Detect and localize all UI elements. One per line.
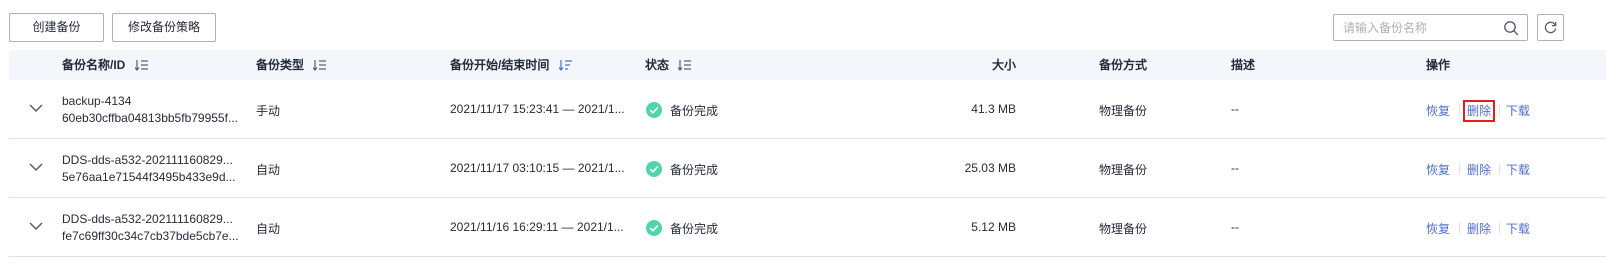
column-header-type: 备份类型 xyxy=(256,50,327,80)
success-icon xyxy=(646,102,662,118)
success-icon xyxy=(646,161,662,177)
table-row: DDS-dds-a532-202111160829... fe7c69ff30c… xyxy=(9,198,1606,257)
backup-id: fe7c69ff30c34c7cb37bde5cb7e... xyxy=(62,229,239,243)
backup-id: 5e76aa1e71544f3495b433e9d... xyxy=(62,170,236,184)
column-header-ops: 操作 xyxy=(1426,58,1451,72)
divider: | xyxy=(1458,102,1462,116)
backup-type: 自动 xyxy=(256,222,281,236)
backup-type: 自动 xyxy=(256,163,281,177)
backup-time: 2021/11/16 16:29:11 — 2021/1... xyxy=(450,220,624,234)
backup-status: 备份完成 xyxy=(670,104,719,118)
restore-link[interactable]: 恢复 xyxy=(1426,161,1450,178)
delete-link-label: 删除 xyxy=(1463,100,1496,122)
success-icon xyxy=(646,220,662,236)
backup-desc: -- xyxy=(1231,102,1239,116)
table-row: DDS-dds-a532-202111160829... 5e76aa1e715… xyxy=(9,139,1606,198)
backup-status: 备份完成 xyxy=(670,222,719,236)
table-header: 备份名称/ID 备份类型 备份开始/结束时间 状态 大小 备份方式 描述 操作 xyxy=(9,50,1606,80)
download-link[interactable]: 下载 xyxy=(1506,161,1530,178)
column-header-desc: 描述 xyxy=(1231,58,1256,72)
backup-desc: -- xyxy=(1231,161,1239,175)
sort-icon[interactable] xyxy=(134,59,149,71)
backup-status: 备份完成 xyxy=(670,163,719,177)
backup-time: 2021/11/17 15:23:41 — 2021/1... xyxy=(450,102,625,116)
divider: | xyxy=(1498,161,1502,175)
refresh-button[interactable] xyxy=(1537,14,1564,41)
table-row: backup-4134 60eb30cffba04813bb5fb79955f.… xyxy=(9,80,1606,139)
chevron-down-icon[interactable] xyxy=(29,162,43,172)
sort-icon[interactable] xyxy=(313,59,327,71)
column-header-name: 备份名称/ID xyxy=(62,50,149,80)
backup-method: 物理备份 xyxy=(1099,222,1148,236)
download-link[interactable]: 下载 xyxy=(1506,102,1530,119)
delete-link[interactable]: 删除 xyxy=(1467,161,1491,178)
download-link[interactable]: 下载 xyxy=(1506,220,1530,237)
backup-desc: -- xyxy=(1231,220,1239,234)
refresh-icon xyxy=(1544,21,1557,34)
column-header-time: 备份开始/结束时间 xyxy=(450,50,573,80)
search-input[interactable] xyxy=(1334,15,1494,40)
restore-link[interactable]: 恢复 xyxy=(1426,220,1450,237)
backup-id: 60eb30cffba04813bb5fb79955f... xyxy=(62,111,238,125)
delete-link[interactable]: 删除 xyxy=(1467,220,1491,237)
divider: | xyxy=(1458,220,1462,234)
sort-active-icon[interactable] xyxy=(558,59,573,71)
divider: | xyxy=(1498,220,1502,234)
backup-size: 25.03 MB xyxy=(964,161,1016,175)
backup-time: 2021/11/17 03:10:15 — 2021/1... xyxy=(450,161,625,175)
backup-method: 物理备份 xyxy=(1099,163,1148,177)
create-backup-button[interactable]: 创建备份 xyxy=(9,13,104,42)
restore-link[interactable]: 恢复 xyxy=(1426,102,1450,119)
column-header-size: 大小 xyxy=(991,58,1016,72)
chevron-down-icon[interactable] xyxy=(29,103,43,113)
search-box xyxy=(1333,14,1528,41)
backup-name: backup-4134 xyxy=(62,94,132,108)
toolbar: 创建备份 修改备份策略 xyxy=(0,0,1606,50)
column-header-status: 状态 xyxy=(645,50,692,80)
divider: | xyxy=(1458,161,1462,175)
backup-method: 物理备份 xyxy=(1099,104,1148,118)
backup-name: DDS-dds-a532-202111160829... xyxy=(62,212,233,226)
backup-size: 5.12 MB xyxy=(971,220,1016,234)
chevron-down-icon[interactable] xyxy=(29,221,43,231)
delete-link[interactable]: 删除 xyxy=(1463,100,1496,122)
backup-size: 41.3 MB xyxy=(971,102,1016,116)
search-icon[interactable] xyxy=(1503,20,1519,36)
column-header-method: 备份方式 xyxy=(1099,58,1148,72)
divider: | xyxy=(1498,102,1502,116)
modify-backup-policy-button[interactable]: 修改备份策略 xyxy=(112,13,216,42)
sort-icon[interactable] xyxy=(678,59,692,71)
backup-type: 手动 xyxy=(256,104,281,118)
backup-name: DDS-dds-a532-202111160829... xyxy=(62,153,233,167)
